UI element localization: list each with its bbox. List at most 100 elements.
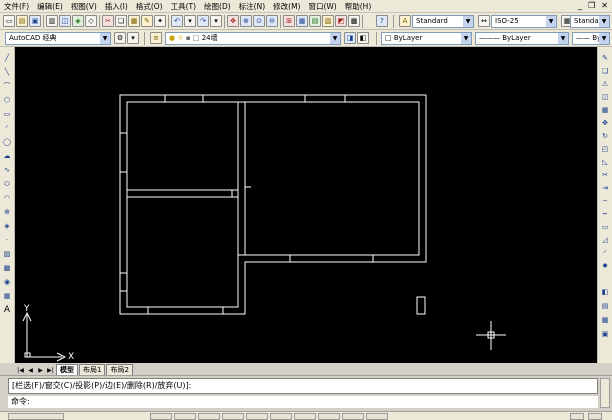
- tab-last-icon[interactable]: ▶|: [46, 366, 55, 375]
- cut-icon[interactable]: ✂: [102, 15, 114, 27]
- join-icon[interactable]: ▭: [600, 222, 610, 232]
- spline-icon[interactable]: ∿: [2, 165, 12, 175]
- hatch-icon[interactable]: ▨: [2, 249, 12, 259]
- zoom-previous-icon[interactable]: ⊖: [266, 15, 278, 27]
- point-icon[interactable]: ·: [2, 235, 12, 245]
- mirror-icon[interactable]: ⚠: [600, 79, 610, 89]
- inquiry-icon[interactable]: ▣: [600, 329, 610, 339]
- workspace-select[interactable]: AutoCAD 经典 ▼: [5, 32, 111, 45]
- break-icon[interactable]: ┅: [600, 209, 610, 219]
- redo-icon[interactable]: ↷: [197, 15, 209, 27]
- menu-format[interactable]: 格式(O): [132, 0, 167, 13]
- offset-icon[interactable]: ◫: [600, 92, 610, 102]
- command-scrollbar[interactable]: [600, 378, 610, 408]
- text-style-select[interactable]: Standard ▼: [412, 15, 474, 28]
- dyn-toggle[interactable]: [318, 413, 340, 420]
- open-file-icon[interactable]: ▤: [16, 15, 28, 27]
- array-icon[interactable]: ▦: [600, 105, 610, 115]
- design-center-icon[interactable]: ▦: [296, 15, 308, 27]
- sheet-set-icon[interactable]: ▧: [322, 15, 334, 27]
- layer-previous-icon[interactable]: ◧: [357, 32, 369, 44]
- color-select[interactable]: □ ByLayer ▼: [381, 32, 472, 45]
- help-icon[interactable]: ?: [376, 15, 388, 27]
- drawing-canvas[interactable]: Y X: [15, 47, 597, 363]
- tab-first-icon[interactable]: |◀: [16, 366, 25, 375]
- menu-dimension[interactable]: 标注(N): [235, 0, 269, 13]
- restore-icon[interactable]: ❐: [588, 1, 595, 11]
- tab-layout1[interactable]: 布局1: [79, 364, 106, 375]
- calculator-icon[interactable]: ▩: [348, 15, 360, 27]
- properties-icon[interactable]: ⊞: [283, 15, 295, 27]
- snap-toggle[interactable]: [150, 413, 172, 420]
- table-style-select[interactable]: Standard ▼: [570, 15, 610, 28]
- draw-order-icon[interactable]: ▤: [600, 301, 610, 311]
- break-at-point-icon[interactable]: ╌: [600, 196, 610, 206]
- lineweight-select[interactable]: —— ByLayer ▼: [572, 32, 610, 45]
- rectangle-icon[interactable]: ▭: [2, 109, 12, 119]
- clean-screen-icon[interactable]: [588, 413, 602, 420]
- markup-icon[interactable]: ◩: [335, 15, 347, 27]
- workspace-save-icon[interactable]: ▾: [127, 32, 139, 44]
- new-file-icon[interactable]: ▭: [3, 15, 15, 27]
- workspace-settings-icon[interactable]: ⚙: [114, 32, 126, 44]
- menu-edit[interactable]: 编辑(E): [33, 0, 67, 13]
- block-editor-icon[interactable]: ✦: [154, 15, 166, 27]
- revision-cloud-icon[interactable]: ☁: [2, 151, 12, 161]
- explode-icon[interactable]: ✸: [600, 261, 610, 271]
- print-preview-icon[interactable]: ◫: [59, 15, 71, 27]
- tab-next-icon[interactable]: ▶: [36, 366, 45, 375]
- redo-dropdown-icon[interactable]: ▾: [210, 15, 222, 27]
- rotate-icon[interactable]: ↻: [600, 131, 610, 141]
- close-icon[interactable]: ✕: [601, 1, 608, 11]
- stretch-icon[interactable]: ◺: [600, 157, 610, 167]
- undo-icon[interactable]: ↶: [171, 15, 183, 27]
- copy-icon[interactable]: ❏: [115, 15, 127, 27]
- plot-icon[interactable]: ◇: [85, 15, 97, 27]
- undo-dropdown-icon[interactable]: ▾: [184, 15, 196, 27]
- fillet-icon[interactable]: ◜: [600, 248, 610, 258]
- copy-object-icon[interactable]: ❏: [600, 66, 610, 76]
- lineweight-toggle[interactable]: [342, 413, 364, 420]
- command-input[interactable]: 命令:: [8, 396, 598, 408]
- minimize-icon[interactable]: _: [578, 1, 582, 11]
- tray-settings-icon[interactable]: [570, 413, 584, 420]
- menu-tools[interactable]: 工具(T): [167, 0, 200, 13]
- polyline-icon[interactable]: ⌒: [2, 81, 12, 91]
- model-space-toggle[interactable]: [366, 413, 388, 420]
- match-properties-icon[interactable]: ✎: [141, 15, 153, 27]
- table-icon[interactable]: ▦: [2, 291, 12, 301]
- tool-palettes-icon[interactable]: ▤: [309, 15, 321, 27]
- menu-draw[interactable]: 绘图(D): [200, 0, 235, 13]
- tab-layout2[interactable]: 布局2: [106, 364, 133, 375]
- polar-toggle[interactable]: [222, 413, 244, 420]
- polygon-icon[interactable]: ⬡: [2, 95, 12, 105]
- trim-icon[interactable]: ✂: [600, 170, 610, 180]
- insert-block-icon[interactable]: ⊕: [2, 207, 12, 217]
- grid-toggle[interactable]: [174, 413, 196, 420]
- make-block-icon[interactable]: ◈: [2, 221, 12, 231]
- menu-insert[interactable]: 插入(I): [101, 0, 132, 13]
- move-icon[interactable]: ✥: [600, 118, 610, 128]
- ellipse-icon[interactable]: ⬭: [2, 179, 12, 189]
- menu-modify[interactable]: 修改(M): [269, 0, 304, 13]
- menu-file[interactable]: 文件(F): [0, 0, 33, 13]
- linetype-select[interactable]: ——— ByLayer ▼: [475, 32, 569, 45]
- extend-icon[interactable]: ⇥: [600, 183, 610, 193]
- scale-icon[interactable]: ◰: [600, 144, 610, 154]
- line-icon[interactable]: ╱: [2, 53, 12, 63]
- chamfer-icon[interactable]: ◿: [600, 235, 610, 245]
- publish-icon[interactable]: ◈: [72, 15, 84, 27]
- menu-window[interactable]: 窗口(W): [304, 0, 340, 13]
- gradient-icon[interactable]: ▩: [2, 263, 12, 273]
- region-icon[interactable]: ◉: [2, 277, 12, 287]
- construction-line-icon[interactable]: ╲: [2, 67, 12, 77]
- print-icon[interactable]: ▥: [46, 15, 58, 27]
- layer-manager-icon[interactable]: ≡: [150, 32, 162, 44]
- osnap-toggle[interactable]: [246, 413, 268, 420]
- make-current-layer-icon[interactable]: ◨: [344, 32, 356, 44]
- erase-icon[interactable]: ✎: [600, 53, 610, 63]
- object-snap-icon[interactable]: ◧: [600, 287, 610, 297]
- menu-view[interactable]: 视图(V): [67, 0, 101, 13]
- tab-prev-icon[interactable]: ◀: [26, 366, 35, 375]
- menu-help[interactable]: 帮助(H): [341, 0, 376, 13]
